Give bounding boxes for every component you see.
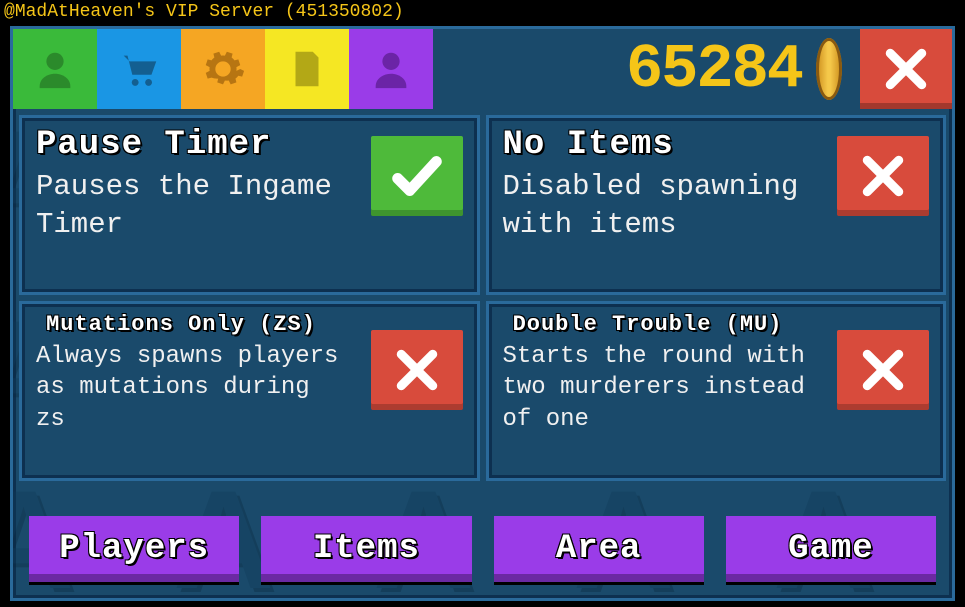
settings-panel: A A A A A A A A A A A A A A A 6528	[10, 26, 955, 601]
nav-profile-button[interactable]	[13, 29, 97, 109]
currency-display: 65284	[626, 29, 860, 109]
tab-items[interactable]: Items	[261, 516, 471, 582]
option-no-items: No Items Disabled spawning with items	[486, 115, 947, 295]
option-title: Double Trouble (MU)	[503, 312, 793, 337]
person-icon	[32, 46, 78, 92]
window-title: MadAtHeaven's VIP Server (451350802)	[15, 2, 404, 22]
toggle-no-items[interactable]	[837, 136, 929, 216]
window-title-bar: MadAtHeaven's VIP Server (451350802)	[0, 0, 965, 24]
nav-friends-button[interactable]	[349, 29, 433, 109]
tab-label: Players	[59, 530, 209, 568]
toggle-mutations-only[interactable]	[371, 330, 463, 410]
close-icon	[390, 343, 444, 397]
nav-shop-button[interactable]	[97, 29, 181, 109]
spacer	[433, 29, 626, 109]
cart-icon	[116, 46, 162, 92]
options-grid: Pause Timer Pauses the Ingame Timer No I…	[13, 109, 952, 598]
coin-count: 65284	[626, 34, 802, 105]
tab-label: Game	[788, 530, 874, 568]
option-desc: Starts the round with two murderers inst…	[503, 341, 810, 435]
person-icon	[368, 46, 414, 92]
option-mutations-only: Mutations Only (ZS) Always spawns player…	[19, 301, 480, 481]
top-bar: 65284	[13, 29, 952, 109]
bottom-tabs: Players Items Area Game	[19, 487, 946, 592]
tab-area[interactable]: Area	[494, 516, 704, 582]
option-pause-timer: Pause Timer Pauses the Ingame Timer	[19, 115, 480, 295]
close-icon	[856, 343, 910, 397]
close-icon	[856, 149, 910, 203]
nav-settings-button[interactable]	[181, 29, 265, 109]
nav-notes-button[interactable]	[265, 29, 349, 109]
option-desc: Pauses the Ingame Timer	[36, 168, 343, 243]
option-double-trouble: Double Trouble (MU) Starts the round wit…	[486, 301, 947, 481]
close-button[interactable]	[860, 29, 952, 109]
tab-label: Items	[313, 530, 420, 568]
option-desc: Disabled spawning with items	[503, 168, 810, 243]
tab-label: Area	[556, 530, 642, 568]
option-title: Mutations Only (ZS)	[36, 312, 326, 337]
gear-icon	[200, 46, 246, 92]
option-desc: Always spawns players as mutations durin…	[36, 341, 343, 435]
close-icon	[879, 42, 933, 96]
document-icon	[284, 46, 330, 92]
tab-players[interactable]: Players	[29, 516, 239, 582]
check-icon	[386, 147, 448, 205]
toggle-pause-timer[interactable]	[371, 136, 463, 216]
tab-game[interactable]: Game	[726, 516, 936, 582]
coin-icon	[816, 38, 842, 100]
toggle-double-trouble[interactable]	[837, 330, 929, 410]
